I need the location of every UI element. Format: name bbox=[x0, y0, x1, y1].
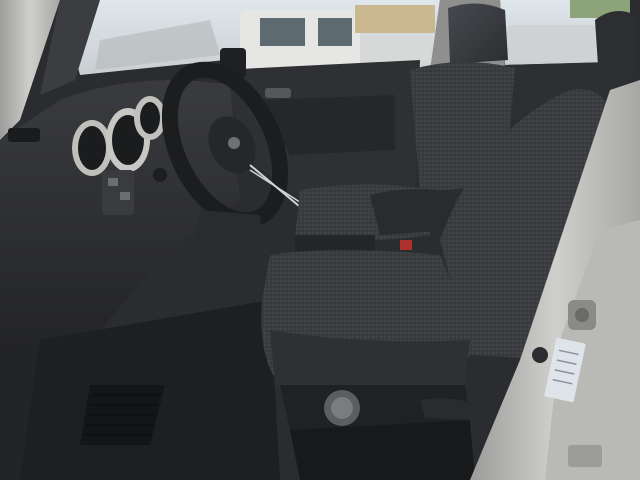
building bbox=[355, 5, 435, 33]
gauge-left bbox=[78, 126, 106, 170]
ignition bbox=[153, 168, 167, 182]
steering-emblem bbox=[228, 137, 240, 149]
passenger-floor bbox=[290, 420, 475, 480]
car-interior-photo bbox=[0, 0, 640, 480]
truck-window-rear bbox=[318, 18, 352, 46]
control-button bbox=[120, 192, 130, 200]
truck-window bbox=[260, 18, 305, 46]
door-handle bbox=[265, 88, 291, 98]
seat-adjust-knob-center bbox=[331, 397, 353, 419]
door-latch-bolt bbox=[575, 308, 589, 322]
seatbelt-buckle bbox=[400, 240, 412, 250]
gauge-right bbox=[140, 102, 160, 134]
door-hole bbox=[532, 347, 548, 363]
photo-illustration bbox=[0, 0, 640, 480]
steering-column bbox=[190, 210, 265, 275]
control-button bbox=[108, 178, 118, 186]
driver-headrest bbox=[448, 3, 508, 65]
door-hinge bbox=[568, 445, 602, 467]
air-vent bbox=[8, 128, 40, 142]
rear-parked-car bbox=[505, 25, 600, 61]
armrest bbox=[370, 189, 455, 235]
